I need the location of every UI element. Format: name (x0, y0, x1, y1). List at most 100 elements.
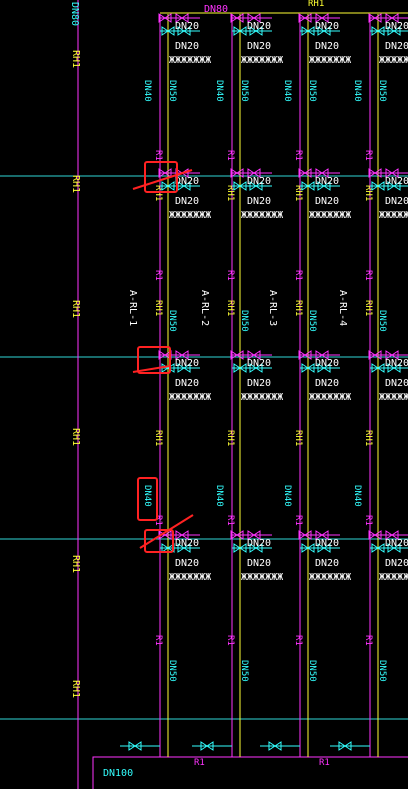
branch-size-label: DN20 (315, 378, 339, 389)
branch-size-label: DN20 (385, 176, 408, 187)
branch-size-label: DN20 (175, 538, 199, 549)
fixture-label: ЖЖЖЖЖЖЖ (241, 55, 283, 66)
fixture-label: ЖЖЖЖЖЖЖ (309, 572, 351, 583)
rh1-label: RH1 (70, 175, 81, 193)
r1-label: R1 (363, 635, 373, 646)
fixture-label: ЖЖЖЖЖЖЖ (241, 210, 283, 221)
pipe-size-label: DN50 (167, 80, 177, 102)
riser-tag: A-RL-4 (337, 290, 348, 326)
r1-label: R1 (225, 270, 235, 281)
r1-label: R1 (293, 150, 303, 161)
pipe-size-label: DN50 (307, 80, 317, 102)
branch-size-label: DN20 (175, 176, 199, 187)
branch-size-label: DN20 (175, 558, 199, 569)
branch-size-label: DN20 (315, 21, 339, 32)
rh1-label: RH1 (293, 430, 303, 446)
r1-label: R1 (225, 515, 235, 526)
rh1-label: RH1 (70, 555, 81, 573)
pipe-size-label: DN40 (282, 80, 292, 102)
riser-tag: A-RL-2 (199, 290, 210, 326)
r1-label: R1 (153, 270, 163, 281)
branch-size-label: DN20 (315, 538, 339, 549)
rh1-label: RH1 (363, 300, 373, 316)
fixture-label: ЖЖЖЖЖЖЖ (169, 392, 211, 403)
rh1-label: RH1 (153, 300, 163, 316)
pipe-size-label: DN50 (377, 660, 387, 682)
rh1-label: RH1 (153, 430, 163, 446)
fixture-label: ЖЖЖЖЖЖЖ (309, 210, 351, 221)
fixture-label: ЖЖЖЖЖЖЖ (169, 572, 211, 583)
fixture-label: ЖЖЖЖЖЖЖ (379, 392, 408, 403)
branch-size-label: DN20 (247, 378, 271, 389)
rh1-label: RH1 (70, 428, 81, 446)
bottom-header-label: R1 (319, 758, 330, 768)
branch-size-label: DN20 (247, 41, 271, 52)
fixture-label: ЖЖЖЖЖЖЖ (309, 55, 351, 66)
riser-tag: A-RL-1 (127, 290, 138, 326)
fixture-label: ЖЖЖЖЖЖЖ (241, 572, 283, 583)
fixture-label: ЖЖЖЖЖЖЖ (241, 392, 283, 403)
pipe-size-label: DN50 (239, 660, 249, 682)
main-top-label: DN80 (69, 2, 80, 26)
pipe-size-label: DN50 (239, 80, 249, 102)
pipe-size-label: DN40 (214, 485, 224, 507)
pipe-size-label: DN50 (377, 80, 387, 102)
branch-size-label: DN20 (247, 538, 271, 549)
rh1-label: RH1 (70, 50, 81, 68)
riser-tag: A-RL-3 (267, 290, 278, 326)
pipe-size-label: DN40 (214, 80, 224, 102)
r1-label: R1 (153, 635, 163, 646)
pipe-size-label: DN50 (167, 310, 177, 332)
branch-size-label: DN20 (385, 21, 408, 32)
rh1-label: RH1 (70, 680, 81, 698)
branch-size-label: DN20 (175, 41, 199, 52)
branch-size-label: DN20 (385, 196, 408, 207)
branch-size-label: DN20 (247, 358, 271, 369)
fixture-label: ЖЖЖЖЖЖЖ (379, 210, 408, 221)
branch-size-label: DN20 (385, 358, 408, 369)
r1-label: R1 (293, 635, 303, 646)
branch-size-label: DN20 (315, 41, 339, 52)
pipe-size-label: DN40 (142, 485, 152, 507)
rh1-label: RH1 (225, 430, 235, 446)
rh1-label: RH1 (70, 300, 81, 318)
branch-size-label: DN20 (315, 196, 339, 207)
pipe-size-label: DN50 (239, 310, 249, 332)
pipe-size-label: DN40 (352, 485, 362, 507)
fixture-label: ЖЖЖЖЖЖЖ (169, 55, 211, 66)
branch-size-label: DN20 (385, 378, 408, 389)
pipe-size-label: DN50 (307, 310, 317, 332)
fixture-label: ЖЖЖЖЖЖЖ (169, 210, 211, 221)
branch-size-label: DN20 (247, 176, 271, 187)
branch-size-label: DN20 (175, 196, 199, 207)
rh1-label: RH1 (225, 300, 235, 316)
bottom-header-label: R1 (194, 758, 205, 768)
branch-size-label: DN20 (175, 21, 199, 32)
fixture-label: ЖЖЖЖЖЖЖ (379, 55, 408, 66)
pipe-size-label: DN50 (307, 660, 317, 682)
branch-size-label: DN20 (315, 558, 339, 569)
branch-size-label: DN20 (385, 538, 408, 549)
fixture-label: ЖЖЖЖЖЖЖ (309, 392, 351, 403)
branch-size-label: DN20 (247, 21, 271, 32)
rh1-label: RH1 (293, 300, 303, 316)
pipe-size-label: DN50 (377, 310, 387, 332)
r1-label: R1 (225, 635, 235, 646)
r1-label: R1 (363, 150, 373, 161)
branch-size-label: DN20 (175, 378, 199, 389)
rh1-label: RH1 (363, 430, 373, 446)
r1-label: R1 (293, 270, 303, 281)
cad-drawing: DN80 RH1 RH1 RH1 RH1 RH1 RH1 DN100 R1 R1… (0, 0, 408, 789)
branch-size-label: DN20 (175, 358, 199, 369)
branch-size-label: DN20 (247, 558, 271, 569)
branch-size-label: DN20 (247, 196, 271, 207)
pipe-size-label: DN50 (167, 660, 177, 682)
bottom-header-size: DN100 (103, 768, 133, 779)
branch-size-label: DN20 (315, 358, 339, 369)
top-header-size: DN80 (204, 4, 228, 15)
r1-label: R1 (225, 150, 235, 161)
pipe-size-label: DN40 (352, 80, 362, 102)
pipe-size-label: DN40 (282, 485, 292, 507)
r1-label: R1 (363, 515, 373, 526)
r1-label: R1 (293, 515, 303, 526)
